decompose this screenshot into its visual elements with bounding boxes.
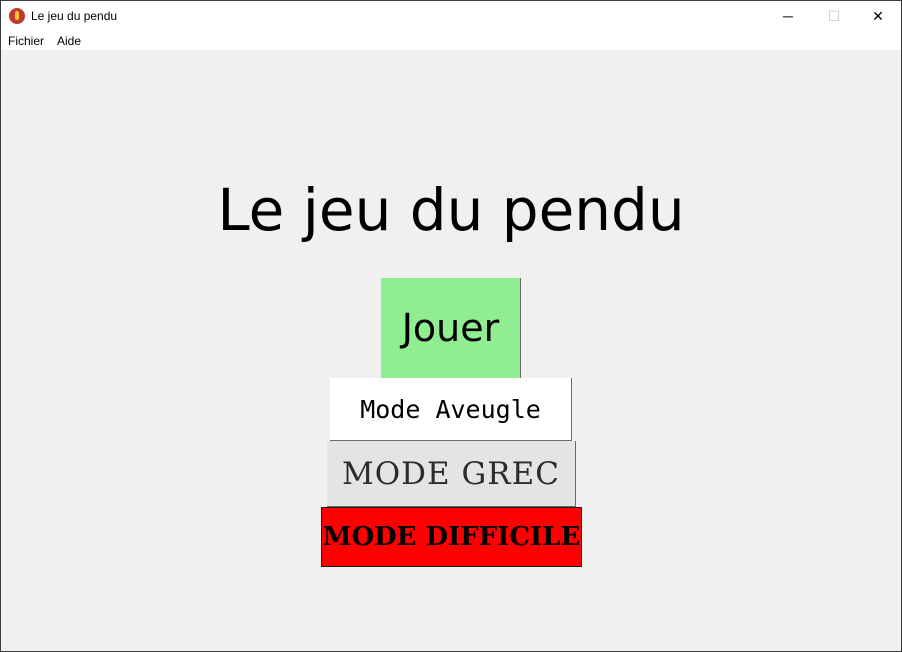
app-window: Le jeu du pendu ─ ☐ ✕ Fichier Aide Le je… (0, 0, 902, 652)
hard-mode-button[interactable]: MODE DIFFICILE (321, 507, 582, 567)
menu-fichier[interactable]: Fichier (8, 34, 44, 48)
flame-icon (9, 8, 25, 24)
menu-bar: Fichier Aide (1, 31, 901, 50)
close-button[interactable]: ✕ (855, 1, 901, 31)
menu-aide[interactable]: Aide (57, 34, 81, 48)
greek-mode-button[interactable]: MODE GREC (327, 441, 576, 507)
title-bar[interactable]: Le jeu du pendu ─ ☐ ✕ (1, 1, 901, 31)
blind-mode-button[interactable]: Mode Aveugle (330, 378, 572, 441)
play-button[interactable]: Jouer (381, 278, 521, 379)
page-title: Le jeu du pendu (217, 176, 685, 244)
window-title: Le jeu du pendu (31, 9, 118, 23)
minimize-button[interactable]: ─ (765, 1, 811, 31)
maximize-button[interactable]: ☐ (811, 1, 857, 31)
main-content: Le jeu du pendu Jouer Mode Aveugle MODE … (1, 50, 901, 651)
